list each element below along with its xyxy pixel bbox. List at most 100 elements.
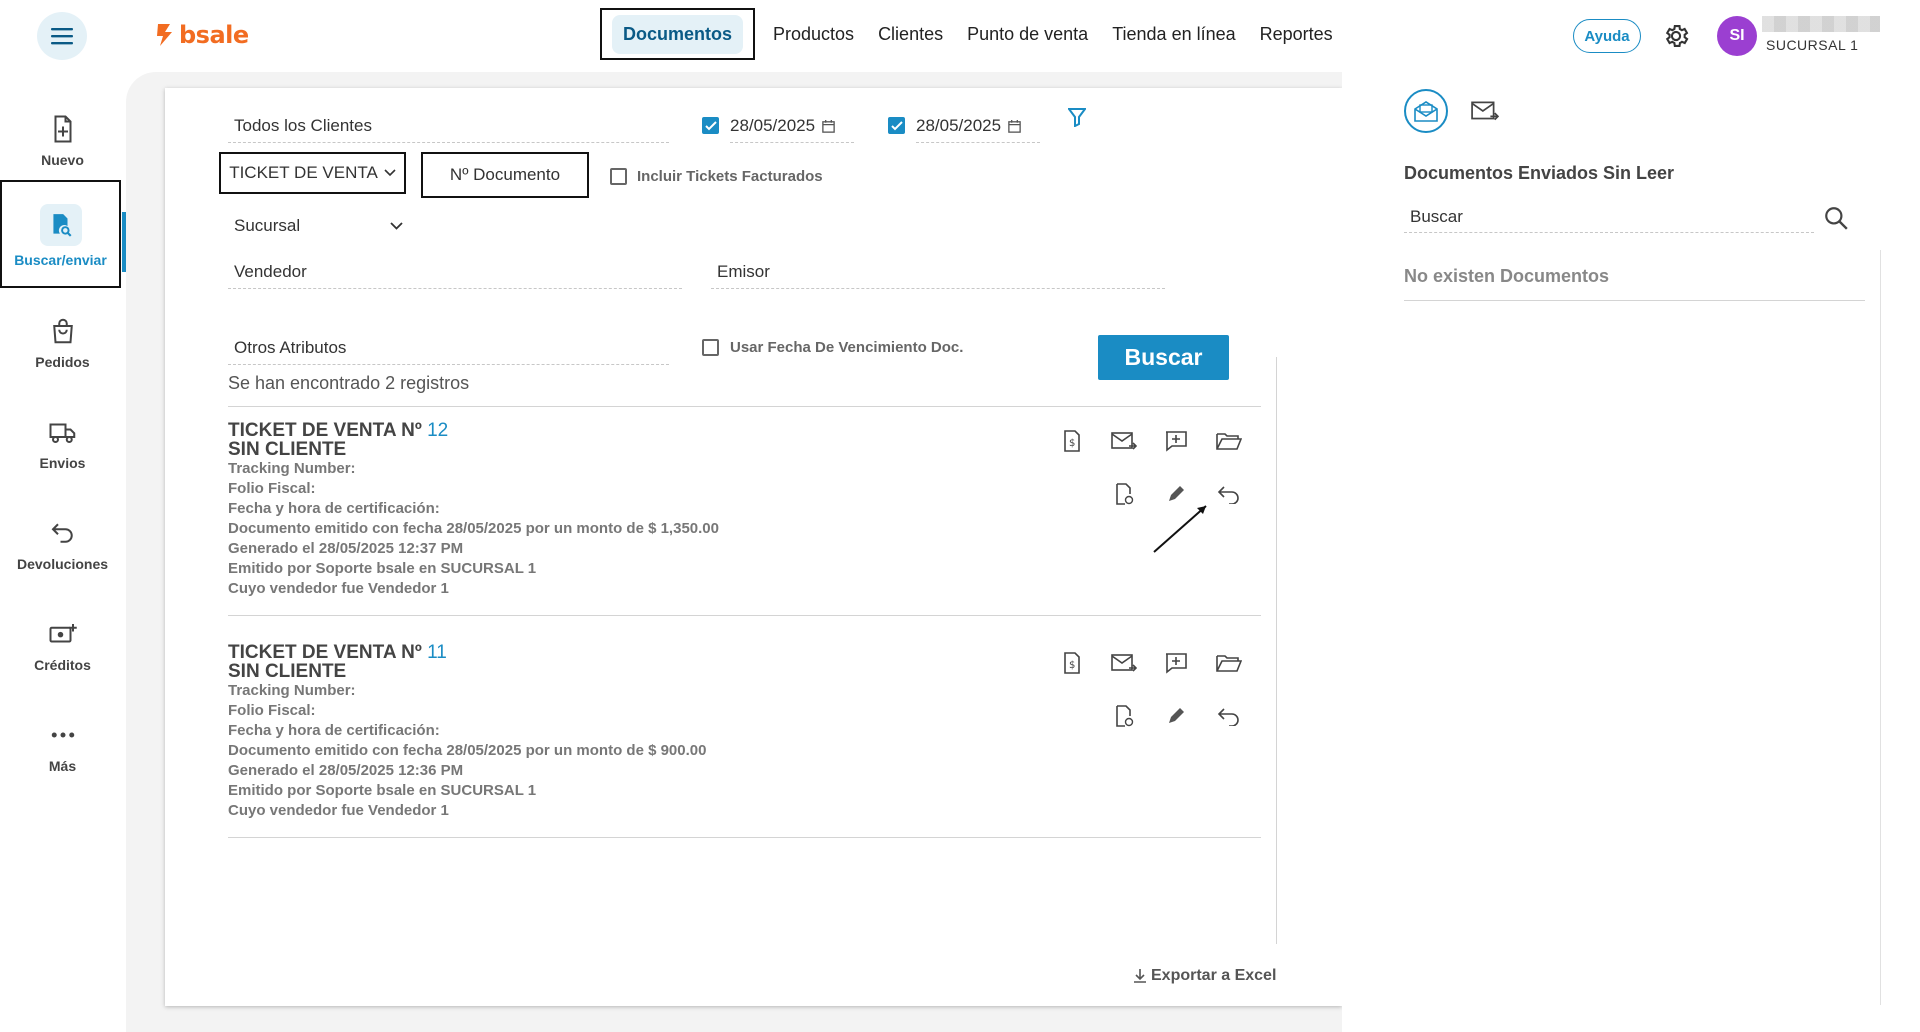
due-date-checkbox[interactable] [702,339,719,356]
left-sidebar: Nuevo Buscar/enviar Pedidos Envios Devol… [0,72,126,1032]
sidebar-item-nuevo[interactable]: Nuevo [0,114,125,170]
doc-detail-line: Cuyo vendedor fue Vendedor 1 [228,580,449,597]
export-excel-button[interactable]: Exportar a Excel [1133,967,1276,985]
document-link-icon [1116,483,1134,505]
return-button[interactable] [1214,479,1244,509]
seller-field[interactable]: Vendedor [228,262,682,289]
date-from-value: 28/05/2025 [730,116,816,135]
date-from-field[interactable]: 28/05/2025 [730,116,854,143]
gear-icon[interactable] [1662,22,1690,50]
folder-open-icon [1216,433,1242,450]
nav-productos[interactable]: Productos [761,8,866,60]
sidebar-item-mas[interactable]: Más [0,720,125,776]
svg-text:$: $ [1069,438,1075,449]
other-attributes-field[interactable]: Otros Atributos [228,338,669,365]
doc-detail-line: Documento emitido con fecha 28/05/2025 p… [228,520,719,537]
doc-title: TICKET DE VENTA Nº 12 [228,421,1261,440]
add-comment-button[interactable] [1161,426,1191,456]
edit-button[interactable] [1161,701,1191,731]
scroll-divider [1880,250,1881,1005]
search-document-icon-bg [39,204,82,246]
hamburger-icon [51,28,73,45]
main-nav: Documentos Productos Clientes Punto de v… [600,8,1345,60]
sidebar-item-label: Pedidos [35,354,90,370]
folder-open-icon [1216,655,1242,672]
doc-number-link[interactable]: 12 [427,420,448,441]
sidebar-item-pedidos[interactable]: Pedidos [0,316,125,372]
date-to-checkbox[interactable] [888,117,905,134]
date-to-field[interactable]: 28/05/2025 [916,116,1040,143]
divider [1404,300,1865,301]
document-link-icon [1116,705,1134,727]
svg-text:$: $ [1069,660,1075,671]
document-row: TICKET DE VENTA Nº 12 SIN CLIENTE Tracki… [228,421,1261,599]
branch-select[interactable]: Sucursal [234,216,403,236]
more-dots-icon [51,732,74,738]
include-invoiced-checkbox[interactable] [610,168,627,185]
nav-clientes[interactable]: Clientes [866,8,955,60]
sidebar-item-envios[interactable]: Envios [0,417,125,473]
doc-detail-line: Emitido por Soporte bsale en SUCURSAL 1 [228,560,537,577]
doc-type-select[interactable]: TICKET DE VENTA [219,152,406,194]
doc-title-text: TICKET DE VENTA Nº [228,420,422,441]
nav-tienda-en-linea[interactable]: Tienda en línea [1100,8,1247,60]
mail-open-icon [1414,101,1438,122]
help-button[interactable]: Ayuda [1573,19,1641,53]
hamburger-menu-button[interactable] [37,12,87,60]
branch-label: SUCURSAL 1 [1766,37,1859,53]
divider [228,406,1261,407]
doc-number-link[interactable]: 11 [427,642,447,663]
sidebar-item-devoluciones[interactable]: Devoluciones [0,518,125,574]
view-document-button[interactable]: $ [1057,648,1087,678]
nav-reportes[interactable]: Reportes [1248,8,1345,60]
doc-detail-line: Tracking Number: [228,682,356,699]
sidebar-item-label: Nuevo [41,152,84,168]
doc-type-value: TICKET DE VENTA [229,163,378,182]
sidebar-item-buscar-enviar[interactable]: Buscar/enviar [0,180,121,288]
panel-search-input[interactable]: Buscar [1404,207,1814,233]
send-email-button[interactable] [1109,648,1139,678]
chevron-down-icon [384,169,396,177]
issuer-field[interactable]: Emisor [711,262,1165,289]
mail-forward-icon[interactable] [1471,97,1499,125]
shopping-bag-icon [52,318,73,344]
document-link-button[interactable] [1109,701,1139,731]
nav-documentos[interactable]: Documentos [600,8,756,60]
download-icon [1134,969,1146,983]
doc-detail-line: Tracking Number: [228,460,356,477]
filter-icon[interactable] [1068,107,1086,127]
mail-forward-icon [1111,654,1137,672]
calendar-icon[interactable] [821,119,836,134]
date-from-checkbox[interactable] [702,117,719,134]
document-link-button[interactable] [1109,479,1139,509]
return-button[interactable] [1214,701,1244,731]
unread-tab[interactable] [1404,89,1448,133]
include-invoiced-label: Incluir Tickets Facturados [637,168,823,185]
open-folder-button[interactable] [1214,426,1244,456]
doc-client: SIN CLIENTE [228,439,347,460]
doc-number-input[interactable]: Nº Documento [421,152,589,198]
sidebar-item-creditos[interactable]: Créditos [0,619,125,675]
search-button[interactable]: Buscar [1098,335,1229,380]
document-dollar-icon: $ [1064,430,1080,452]
calendar-icon[interactable] [1007,119,1022,134]
nav-punto-de-venta[interactable]: Punto de venta [955,8,1100,60]
branch-select-label: Sucursal [234,216,301,235]
doc-detail-line: Fecha y hora de certificación: [228,722,440,739]
bsale-logo[interactable]: bsale [155,21,249,49]
check-icon [704,120,717,130]
user-avatar[interactable]: SI [1717,16,1757,56]
send-email-button[interactable] [1109,426,1139,456]
add-comment-button[interactable] [1161,648,1191,678]
new-document-icon [54,115,71,143]
doc-detail-line: Emitido por Soporte bsale en SUCURSAL 1 [228,782,537,799]
open-folder-button[interactable] [1214,648,1244,678]
search-icon[interactable] [1823,205,1849,231]
view-document-button[interactable]: $ [1057,426,1087,456]
clients-field[interactable]: Todos los Clientes [228,116,669,143]
doc-detail-line: Generado el 28/05/2025 12:37 PM [228,540,464,557]
check-icon [890,120,903,130]
chevron-down-icon [390,222,403,230]
divider [228,837,1261,838]
sidebar-item-label: Devoluciones [16,556,109,572]
